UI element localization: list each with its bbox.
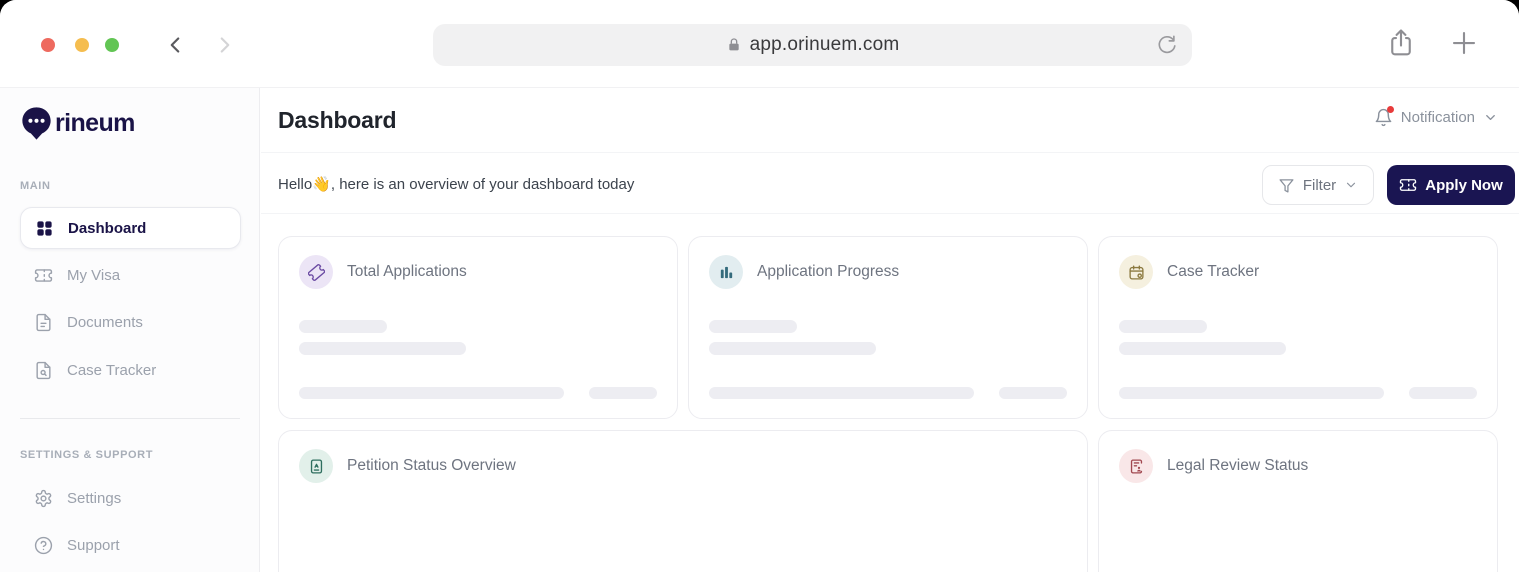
- card-total-applications[interactable]: Total Applications: [278, 236, 678, 419]
- zoom-window-button[interactable]: [105, 38, 119, 52]
- page-header: Dashboard Notification: [261, 88, 1519, 153]
- ticket-icon: [34, 266, 53, 285]
- sidebar-item-documents[interactable]: Documents: [20, 301, 241, 343]
- sidebar-item-case-tracker[interactable]: Case Tracker: [20, 349, 241, 391]
- skeleton-bar: [1119, 320, 1207, 333]
- minimize-window-button[interactable]: [75, 38, 89, 52]
- card-title: Petition Status Overview: [347, 457, 516, 474]
- sidebar-divider: [20, 418, 240, 419]
- file-search-icon: [34, 361, 53, 380]
- card-title: Legal Review Status: [1167, 457, 1309, 474]
- page-title: Dashboard: [278, 107, 397, 133]
- close-window-button[interactable]: [41, 38, 55, 52]
- sidebar-item-support[interactable]: Support: [20, 524, 241, 566]
- card-header: Case Tracker: [1119, 255, 1259, 289]
- card-petition-status-overview[interactable]: Petition Status Overview: [278, 430, 1088, 572]
- logo-pin-icon: [20, 106, 53, 141]
- bell-icon: [1374, 106, 1394, 127]
- skeleton-bar: [299, 320, 387, 333]
- sidebar: rineum MAIN Dashboard My Visa Documents: [0, 88, 260, 572]
- grid-icon: [35, 219, 54, 238]
- sidebar-item-my-visa[interactable]: My Visa: [20, 254, 241, 296]
- skeleton-bar: [299, 342, 466, 355]
- card-title: Application Progress: [757, 263, 900, 280]
- sidebar-item-label: My Visa: [67, 266, 121, 284]
- ticket-icon: [299, 255, 333, 289]
- greeting-text: Hello👋, here is an overview of your dash…: [278, 176, 635, 193]
- ticket-icon: [1399, 176, 1417, 194]
- logo-text: rineum: [55, 109, 135, 137]
- help-icon: [34, 536, 53, 555]
- notification-dropdown[interactable]: Notification: [1374, 106, 1498, 127]
- card-title: Case Tracker: [1167, 263, 1260, 280]
- skeleton-bar: [709, 342, 876, 355]
- calendar-cog-icon: [1119, 255, 1153, 289]
- cards-region: Total Applications Application Progress: [261, 214, 1519, 572]
- card-case-tracker[interactable]: Case Tracker: [1098, 236, 1498, 419]
- skeleton-bar: [709, 320, 797, 333]
- chevron-down-icon: [1344, 178, 1358, 192]
- reload-icon[interactable]: [1156, 34, 1178, 56]
- notification-label: Notification: [1400, 109, 1475, 126]
- gear-icon: [34, 489, 53, 508]
- bar-chart-icon: [709, 255, 743, 289]
- filter-button-label: Filter: [1302, 176, 1337, 194]
- dashboard-toolbar: Hello👋, here is an overview of your dash…: [261, 153, 1519, 214]
- sidebar-item-label: Support: [67, 536, 120, 554]
- sidebar-item-settings[interactable]: Settings: [20, 477, 241, 519]
- sidebar-item-label: Settings: [67, 489, 122, 507]
- skeleton-bar: [299, 387, 564, 399]
- forward-button[interactable]: [212, 32, 238, 58]
- skeleton-bar: [589, 387, 657, 399]
- filter-button[interactable]: Filter: [1262, 165, 1374, 205]
- sidebar-item-label: Case Tracker: [67, 361, 157, 379]
- skeleton-bar: [1409, 387, 1477, 399]
- card-title: Total Applications: [347, 263, 467, 280]
- skeleton-bar: [999, 387, 1067, 399]
- apply-now-label: Apply Now: [1425, 176, 1503, 194]
- skeleton-bar: [1119, 342, 1286, 355]
- lock-icon: [726, 37, 742, 53]
- browser-window: app.orinuem.com rineum MAIN Dashboard My…: [0, 0, 1519, 572]
- app-logo[interactable]: rineum: [20, 106, 135, 141]
- share-icon[interactable]: [1386, 28, 1416, 58]
- sidebar-item-label: Dashboard: [68, 219, 147, 237]
- sidebar-item-label: Documents: [67, 313, 143, 331]
- card-application-progress[interactable]: Application Progress: [688, 236, 1088, 419]
- card-header: Petition Status Overview: [299, 449, 516, 483]
- back-button[interactable]: [162, 32, 188, 58]
- card-header: Total Applications: [299, 255, 467, 289]
- main-content: Dashboard Notification Hello👋, here is a…: [261, 88, 1519, 572]
- sidebar-item-dashboard[interactable]: Dashboard: [20, 207, 241, 249]
- skeleton-bar: [709, 387, 974, 399]
- sidebar-section-label-main: MAIN: [20, 180, 51, 192]
- card-legal-review-status[interactable]: Legal Review Status: [1098, 430, 1498, 572]
- petition-doc-icon: [299, 449, 333, 483]
- new-tab-icon[interactable]: [1449, 28, 1479, 58]
- address-bar[interactable]: app.orinuem.com: [433, 24, 1192, 66]
- apply-now-button[interactable]: Apply Now: [1387, 165, 1515, 205]
- legal-doc-icon: [1119, 449, 1153, 483]
- document-icon: [34, 313, 53, 332]
- url-text: app.orinuem.com: [749, 34, 900, 55]
- sidebar-section-label-settings: SETTINGS & SUPPORT: [20, 449, 154, 461]
- skeleton-bar: [1119, 387, 1384, 399]
- browser-toolbar: app.orinuem.com: [0, 0, 1519, 88]
- funnel-icon: [1278, 177, 1295, 194]
- card-header: Application Progress: [709, 255, 899, 289]
- notification-badge: [1386, 106, 1394, 113]
- card-header: Legal Review Status: [1119, 449, 1308, 483]
- chevron-down-icon: [1483, 110, 1498, 125]
